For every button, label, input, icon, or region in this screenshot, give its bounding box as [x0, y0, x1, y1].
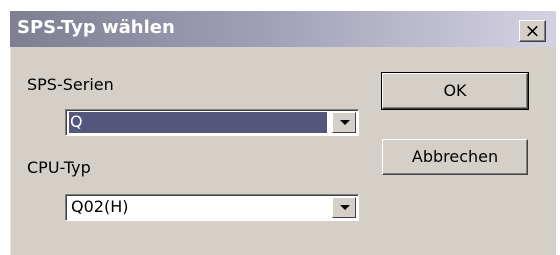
series-value: Q	[69, 112, 327, 133]
chevron-down-icon	[340, 120, 350, 125]
chevron-down-icon	[340, 205, 350, 210]
title-bar[interactable]: SPS-Typ wählen ×	[10, 11, 556, 47]
cpu-type-dropdown-button[interactable]	[332, 197, 356, 218]
cancel-button[interactable]: Abbrechen	[382, 139, 528, 175]
close-icon: ×	[524, 20, 541, 42]
cpu-type-dropdown[interactable]: Q02(H)	[65, 194, 359, 221]
select-plc-type-dialog: SPS-Typ wählen × SPS-Serien Q CPU-Typ Q0…	[10, 11, 556, 255]
dialog-title: SPS-Typ wählen	[17, 17, 175, 38]
close-button[interactable]: ×	[519, 20, 546, 42]
ok-button[interactable]: OK	[381, 72, 529, 110]
series-dropdown[interactable]: Q	[65, 109, 359, 136]
cpu-type-label: CPU-Typ	[27, 158, 91, 177]
series-dropdown-button[interactable]	[332, 112, 356, 133]
series-label: SPS-Serien	[27, 75, 114, 94]
cpu-type-value: Q02(H)	[71, 197, 129, 216]
